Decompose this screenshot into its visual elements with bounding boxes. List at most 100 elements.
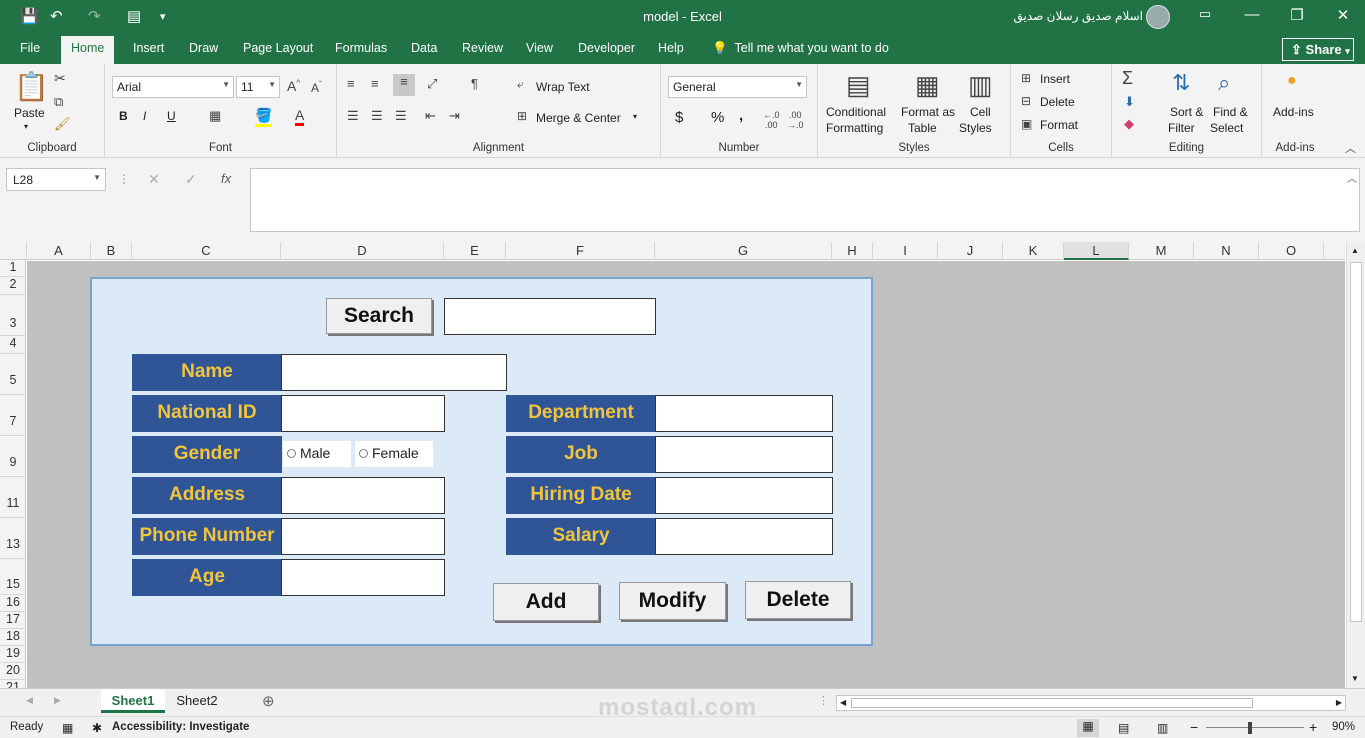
- paste-dropdown-icon[interactable]: ▾: [24, 122, 28, 131]
- sort-filter-line2[interactable]: Filter: [1168, 121, 1195, 135]
- tab-data[interactable]: Data: [411, 41, 437, 55]
- column-header[interactable]: N: [1194, 242, 1259, 260]
- search-input[interactable]: [444, 298, 656, 335]
- align-right-icon[interactable]: ☰: [395, 108, 407, 124]
- underline-button[interactable]: U: [167, 109, 176, 123]
- national-id-field[interactable]: [281, 395, 445, 432]
- cut-icon[interactable]: ✂: [54, 70, 66, 87]
- sort-filter-line1[interactable]: Sort &: [1170, 105, 1203, 119]
- align-center-icon[interactable]: ☰: [371, 108, 383, 124]
- tab-page-layout[interactable]: Page Layout: [243, 41, 313, 55]
- tab-file[interactable]: File: [20, 41, 40, 55]
- wrap-text-button[interactable]: Wrap Text: [536, 80, 590, 94]
- text-direction-icon[interactable]: ¶: [471, 76, 478, 91]
- user-name[interactable]: اسلام صديق رسلان صديق: [1014, 9, 1143, 23]
- conditional-formatting-line2[interactable]: Formatting: [826, 121, 883, 135]
- tab-developer[interactable]: Developer: [578, 41, 635, 55]
- column-header[interactable]: C: [132, 242, 281, 260]
- increase-decimal-icon[interactable]: ←.0.00: [763, 110, 780, 130]
- wrap-text-icon[interactable]: ⤶: [517, 77, 524, 92]
- macro-record-icon[interactable]: ▦: [62, 721, 73, 735]
- row-header[interactable]: 19: [0, 646, 25, 663]
- column-header[interactable]: I: [873, 242, 938, 260]
- formula-input[interactable]: [250, 168, 1360, 232]
- scroll-up-icon[interactable]: ▲: [1351, 246, 1359, 255]
- tab-formulas[interactable]: Formulas: [335, 41, 387, 55]
- add-sheet-icon[interactable]: ⊕: [262, 692, 275, 710]
- column-header[interactable]: A: [27, 242, 91, 260]
- gender-male-radio[interactable]: Male: [283, 441, 351, 467]
- column-header[interactable]: H: [832, 242, 873, 260]
- insert-function-icon[interactable]: fx: [221, 171, 231, 186]
- cell-styles-line2[interactable]: Styles: [959, 121, 992, 135]
- format-cells-button[interactable]: Format: [1040, 118, 1078, 132]
- add-button[interactable]: Add: [493, 583, 599, 621]
- row-header[interactable]: 4: [0, 336, 25, 354]
- restore-icon[interactable]: ❐: [1282, 6, 1312, 24]
- column-header[interactable]: O: [1259, 242, 1324, 260]
- font-name-select[interactable]: Arial ▼: [112, 76, 234, 98]
- page-break-view-icon[interactable]: ▥: [1157, 721, 1168, 735]
- row-header[interactable]: 2: [0, 277, 25, 295]
- delete-button[interactable]: Delete: [745, 581, 851, 619]
- scroll-down-icon[interactable]: ▼: [1351, 674, 1359, 683]
- find-select-line2[interactable]: Select: [1210, 121, 1243, 135]
- decrease-font-icon[interactable]: Aˇ: [311, 80, 322, 95]
- percent-button[interactable]: %: [711, 109, 724, 126]
- column-header[interactable]: B: [91, 242, 132, 260]
- align-bottom-icon[interactable]: ≡: [393, 74, 415, 96]
- tab-home[interactable]: Home: [61, 36, 115, 64]
- autosum-icon[interactable]: Σ: [1122, 68, 1133, 89]
- paste-icon[interactable]: 📋: [14, 70, 49, 103]
- align-middle-icon[interactable]: ≡: [371, 76, 379, 91]
- row-header[interactable]: 13: [0, 518, 25, 559]
- vertical-scroll-thumb[interactable]: [1350, 262, 1362, 622]
- column-header[interactable]: K: [1003, 242, 1064, 260]
- salary-field[interactable]: [655, 518, 833, 555]
- sheet-tab-sheet1[interactable]: Sheet1: [101, 689, 165, 713]
- format-cells-icon[interactable]: ▣: [1021, 117, 1032, 131]
- row-header[interactable]: 15: [0, 559, 25, 595]
- currency-button[interactable]: $: [675, 109, 683, 126]
- avatar[interactable]: [1146, 5, 1170, 29]
- number-format-select[interactable]: General ▼: [668, 76, 807, 98]
- hiring-date-field[interactable]: [655, 477, 833, 514]
- font-size-select[interactable]: 11 ▼: [236, 76, 280, 98]
- tab-view[interactable]: View: [526, 41, 553, 55]
- row-header[interactable]: 7: [0, 395, 25, 436]
- find-select-line1[interactable]: Find &: [1213, 105, 1248, 119]
- zoom-slider-thumb[interactable]: [1248, 722, 1252, 734]
- delete-cells-button[interactable]: Delete: [1040, 95, 1075, 109]
- next-sheet-icon[interactable]: ▶: [54, 695, 61, 706]
- format-painter-icon[interactable]: 🖌: [54, 116, 71, 132]
- column-header[interactable]: F: [506, 242, 655, 260]
- collapse-ribbon-icon[interactable]: ︿: [1345, 140, 1356, 156]
- minimize-icon[interactable]: —: [1237, 6, 1267, 23]
- format-as-table-line1[interactable]: Format as: [901, 105, 955, 119]
- borders-icon[interactable]: ▦: [209, 108, 221, 124]
- font-color-icon[interactable]: A: [295, 107, 305, 126]
- collapse-formula-icon[interactable]: ︿: [1347, 170, 1357, 185]
- cell-styles-icon[interactable]: ▥: [968, 70, 993, 101]
- increase-font-icon[interactable]: A^: [287, 78, 300, 94]
- page-layout-view-icon[interactable]: ▤: [1118, 721, 1129, 735]
- align-left-icon[interactable]: ☰: [347, 108, 359, 124]
- enter-icon[interactable]: ✓: [185, 171, 197, 188]
- addins-button[interactable]: Add-ins: [1273, 105, 1314, 119]
- row-header[interactable]: 18: [0, 629, 25, 646]
- fill-icon[interactable]: ⬇: [1124, 94, 1135, 110]
- splitter-icon[interactable]: ⋮: [818, 694, 829, 707]
- cell-styles-line1[interactable]: Cell: [970, 105, 991, 119]
- sort-filter-icon[interactable]: ⇅: [1172, 70, 1190, 96]
- zoom-level[interactable]: 90%: [1332, 721, 1355, 733]
- format-as-table-icon[interactable]: ▦: [915, 70, 940, 101]
- orientation-icon[interactable]: ⤢: [427, 76, 437, 92]
- format-as-table-line2[interactable]: Table: [908, 121, 937, 135]
- horizontal-scroll-thumb[interactable]: [851, 698, 1253, 708]
- chevron-down-icon[interactable]: ▾: [633, 112, 637, 121]
- row-header[interactable]: 16: [0, 595, 25, 612]
- tab-review[interactable]: Review: [462, 41, 503, 55]
- decrease-decimal-icon[interactable]: .00 →.0: [787, 110, 804, 130]
- zoom-out-icon[interactable]: −: [1190, 719, 1198, 735]
- ribbon-display-icon[interactable]: ▭: [1190, 6, 1220, 22]
